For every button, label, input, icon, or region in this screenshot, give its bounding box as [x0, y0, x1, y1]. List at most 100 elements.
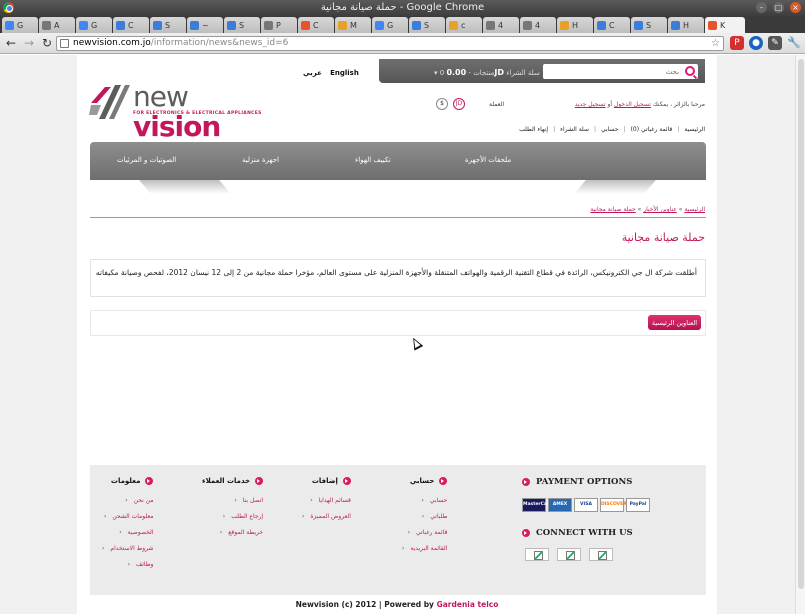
- payment-heading: PAYMENT OPTIONS: [522, 477, 650, 487]
- breadcrumb-current[interactable]: حملة صيانة مجانية: [590, 206, 635, 213]
- mastercard-icon: MasterCard: [522, 498, 552, 512]
- footer-link-contact[interactable]: اتصل بنا: [202, 497, 263, 504]
- top-link-cart[interactable]: سلة الشراء: [560, 126, 589, 133]
- discover-icon: DISCOVER: [600, 498, 627, 512]
- currency-jd-button[interactable]: JD: [453, 98, 465, 110]
- browser-tab[interactable]: H: [668, 17, 704, 33]
- footer-link-privacy[interactable]: الخصوصية: [102, 529, 154, 536]
- browser-tab[interactable]: C: [594, 17, 630, 33]
- breadcrumb-news[interactable]: عناوين الأخبار: [643, 206, 677, 213]
- tab-favicon-icon: [449, 20, 458, 30]
- back-arrow-icon[interactable]: ←: [4, 36, 18, 50]
- footer-link-vouchers[interactable]: قسائم الهدايا: [302, 497, 351, 504]
- lang-arabic-link[interactable]: عربي: [303, 69, 322, 77]
- minimize-button[interactable]: –: [756, 2, 767, 13]
- browser-tab[interactable]: G: [372, 17, 408, 33]
- browser-tab[interactable]: K: [705, 17, 745, 33]
- browser-tab[interactable]: P: [261, 17, 297, 33]
- maximize-button[interactable]: □: [773, 2, 784, 13]
- social-facebook-icon[interactable]: [525, 548, 549, 561]
- footer-link-orders[interactable]: طلباتي: [402, 513, 447, 520]
- tab-label: G: [17, 20, 24, 30]
- footer-link-newsletter[interactable]: القائمة البريدية: [402, 545, 447, 552]
- browser-tab[interactable]: A: [39, 17, 75, 33]
- reload-icon[interactable]: ↻: [40, 36, 54, 50]
- top-link-checkout[interactable]: إنهاء الطلب: [519, 126, 548, 133]
- extension-globe-icon[interactable]: ●: [749, 36, 763, 50]
- bullet-icon: [522, 529, 530, 537]
- amex-icon: AMEX: [548, 498, 572, 512]
- top-link-account[interactable]: حسابي: [601, 126, 619, 133]
- footer-link-sitemap[interactable]: خريطة الموقع: [202, 529, 263, 536]
- footer-link-terms[interactable]: شروط الاستخدام: [102, 545, 153, 552]
- cart-summary[interactable]: ▾ 0 منتجات - 0.00JD سلة الشراء: [434, 68, 540, 77]
- browser-tab[interactable]: S: [150, 17, 186, 33]
- forward-arrow-icon[interactable]: →: [22, 36, 36, 50]
- nav-item-accessories[interactable]: ملحقات الأجهزة: [465, 156, 511, 164]
- browser-tab[interactable]: G: [76, 17, 112, 33]
- nav-item-home-appliances[interactable]: اجهزة منزلية: [242, 156, 279, 164]
- footer-heading-account: حسابي: [402, 477, 448, 485]
- nav-item-audio-video[interactable]: الصوتيات و المرئيات: [117, 156, 176, 164]
- browser-tab[interactable]: H: [557, 17, 593, 33]
- page-icon: [60, 39, 69, 48]
- tab-favicon-icon: [412, 20, 421, 30]
- social-twitter-icon[interactable]: [557, 548, 581, 561]
- browser-tab[interactable]: 4: [483, 17, 519, 33]
- footer-link-wishlist[interactable]: قائمة رغباتي: [402, 529, 447, 536]
- tab-label: ~: [202, 20, 209, 30]
- search-icon[interactable]: [685, 66, 695, 76]
- tab-favicon-icon: [227, 20, 236, 30]
- payment-cards: MasterCard AMEX VISA DISCOVER PayPal: [522, 498, 650, 512]
- tab-favicon-icon: [116, 20, 125, 30]
- browser-tab[interactable]: M: [335, 17, 371, 33]
- breadcrumb-home[interactable]: الرئيسية: [684, 206, 705, 213]
- vertical-scrollbar[interactable]: [795, 55, 805, 614]
- browser-tab[interactable]: S: [631, 17, 667, 33]
- browser-tab[interactable]: S: [409, 17, 445, 33]
- divider: [90, 217, 706, 218]
- browser-tab[interactable]: S: [224, 17, 260, 33]
- top-link-home[interactable]: الرئيسية: [684, 126, 705, 133]
- browser-tab[interactable]: c: [446, 17, 482, 33]
- article-body: أطلقت شركة ال جي الكترونيكس، الرائدة في …: [90, 259, 706, 297]
- scrollbar-thumb[interactable]: [798, 59, 804, 589]
- address-bar[interactable]: newvision.com.jo/information/news&news_i…: [56, 36, 724, 51]
- footer-link-shipping[interactable]: معلومات الشحن: [102, 513, 153, 520]
- footer-col-account: حسابي حسابي طلباتي قائمة رغباتي القائمة …: [402, 477, 448, 561]
- browser-tab[interactable]: G: [2, 17, 38, 33]
- visa-icon: VISA: [574, 498, 598, 512]
- footer-link-returns[interactable]: إرجاع الطلب: [202, 513, 263, 520]
- wrench-menu-icon[interactable]: 🔧: [787, 36, 801, 50]
- tab-label: C: [609, 20, 615, 30]
- footer-link-about[interactable]: من نحن: [102, 497, 154, 504]
- top-link-wishlist[interactable]: قائمة رغباتي (0): [631, 126, 673, 133]
- browser-tab[interactable]: C: [298, 17, 334, 33]
- close-window-button[interactable]: ×: [790, 2, 801, 13]
- extension-feather-icon[interactable]: ✎: [768, 36, 782, 50]
- window-titlebar: حملة صيانة مجانية - Google Chrome – □ ×: [0, 0, 805, 16]
- search-input[interactable]: [549, 65, 679, 78]
- browser-tab[interactable]: ~: [187, 17, 223, 33]
- browser-tab[interactable]: 4: [520, 17, 556, 33]
- extension-p-icon[interactable]: P: [730, 36, 744, 50]
- footer-link-my-account[interactable]: حسابي: [402, 497, 448, 504]
- social-links: [525, 548, 650, 561]
- currency-usd-button[interactable]: $: [436, 98, 448, 110]
- welcome-message: مرحبا بالزائر ، يمكنك تسجيل الدخول أو تس…: [575, 101, 705, 108]
- lang-english-link[interactable]: English: [330, 69, 359, 77]
- nav-item-air-conditioning[interactable]: تكييف الهواء: [355, 156, 391, 164]
- login-link[interactable]: تسجيل الدخول: [614, 101, 651, 108]
- bookmark-star-icon[interactable]: ☆: [711, 37, 720, 50]
- social-youtube-icon[interactable]: [589, 548, 613, 561]
- tab-favicon-icon: [634, 20, 643, 30]
- url-domain: newvision.com.jo: [73, 38, 151, 48]
- news-headlines-button[interactable]: العناوين الرئيسية: [648, 315, 701, 330]
- footer-link-jobs[interactable]: وظائف: [102, 561, 153, 568]
- site-logo[interactable]: new vision FOR ELECTRONICS & ELECTRICAL …: [89, 79, 264, 142]
- footer-link-specials[interactable]: العروض المميزة: [302, 513, 350, 520]
- powered-by-link[interactable]: Gardenia telco: [437, 600, 499, 609]
- nav-shadow: [90, 180, 706, 194]
- browser-tab[interactable]: C: [113, 17, 149, 33]
- register-link[interactable]: تسجيل جديد: [575, 101, 606, 108]
